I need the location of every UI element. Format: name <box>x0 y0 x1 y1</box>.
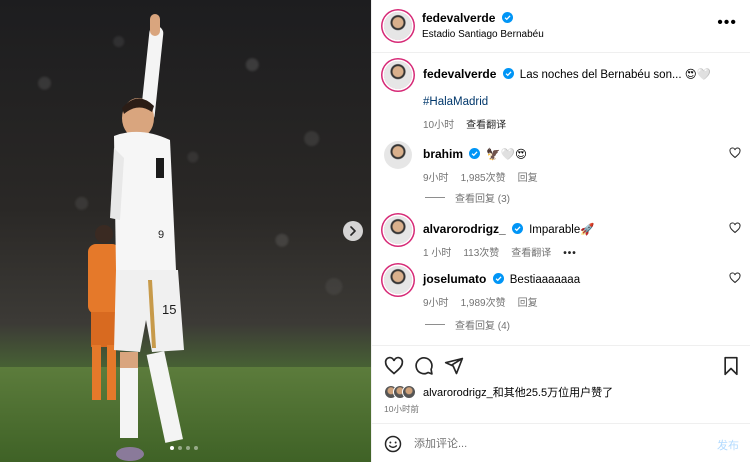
verified-icon <box>469 148 481 159</box>
view-replies-label: 查看回复 (4) <box>455 321 510 332</box>
avatar <box>402 385 416 399</box>
comment-likes[interactable]: 113次赞 <box>463 246 499 261</box>
more-icon[interactable]: ••• <box>717 15 737 31</box>
verified-icon <box>501 12 513 23</box>
chevron-right-icon <box>350 226 356 236</box>
comment-input[interactable] <box>414 433 694 455</box>
translate-button[interactable]: 查看翻译 <box>466 118 506 133</box>
view-replies-label: 查看回复 (3) <box>455 194 510 205</box>
heart-icon[interactable] <box>729 222 741 234</box>
heart-icon[interactable] <box>384 356 404 376</box>
comment-username[interactable]: alvarorodrigz_ <box>423 222 506 236</box>
comment-username[interactable]: joselumato <box>423 272 486 286</box>
bookmark-icon[interactable] <box>721 356 741 376</box>
avatar[interactable] <box>384 266 412 294</box>
comment-username[interactable]: brahim <box>423 147 463 161</box>
translate-button[interactable]: 查看翻译 <box>511 246 551 261</box>
avatar[interactable] <box>384 61 412 89</box>
post-header: fedevalverde Estadio Santiago Bernabéu •… <box>372 0 750 53</box>
avatar[interactable] <box>384 216 412 244</box>
header-location[interactable]: Estadio Santiago Bernabéu <box>422 29 544 40</box>
carousel-dot <box>170 446 174 450</box>
carousel-dots <box>170 446 198 450</box>
hashtag-link[interactable]: #HalaMadrid <box>423 96 488 108</box>
svg-text:15: 15 <box>162 302 176 317</box>
share-icon[interactable] <box>444 356 464 376</box>
avatar[interactable] <box>384 141 412 169</box>
view-replies-button[interactable]: 查看回复 (3) <box>425 190 510 205</box>
post-button[interactable]: 发布 <box>717 437 739 453</box>
caption-time[interactable]: 10小时 <box>423 118 454 133</box>
caption-text: Las noches del Bernabéu son... 😍🤍 <box>519 69 712 81</box>
avatar[interactable] <box>384 12 412 40</box>
carousel-dot <box>194 446 198 450</box>
verified-icon <box>511 223 523 234</box>
post-side-panel: fedevalverde Estadio Santiago Bernabéu •… <box>371 0 750 462</box>
post-photo[interactable]: 9 15 <box>0 0 371 462</box>
comment-time[interactable]: 9小时 <box>423 171 449 186</box>
reply-button[interactable]: 回复 <box>518 296 538 311</box>
carousel-dot <box>178 446 182 450</box>
comment-text: Bestiaaaaaaa <box>509 274 581 286</box>
post-timestamp[interactable]: 10小时前 <box>384 403 419 415</box>
comment-bar: 发布 <box>372 423 750 462</box>
verified-icon <box>502 68 514 79</box>
comment-likes[interactable]: 1,989次赞 <box>461 296 506 311</box>
post-actions: alvarorodrigz_和其他25.5万位用户赞了 10小时前 发布 <box>372 345 750 462</box>
comment-icon[interactable] <box>414 356 434 376</box>
main-player: 9 15 <box>100 8 210 462</box>
heart-icon[interactable] <box>729 147 741 159</box>
view-replies-button[interactable]: 查看回复 (4) <box>425 317 510 332</box>
comments-list: fedevalverde Las noches del Bernabéu son… <box>372 53 750 345</box>
emoji-icon[interactable] <box>384 435 402 453</box>
comment-time[interactable]: 9小时 <box>423 296 449 311</box>
liker-avatars <box>384 385 416 399</box>
carousel-next-button[interactable] <box>343 221 363 241</box>
comment-likes[interactable]: 1,985次赞 <box>461 171 506 186</box>
caption-username[interactable]: fedevalverde <box>423 67 496 81</box>
carousel-dot <box>186 446 190 450</box>
likes-summary-text: alvarorodrigz_和其他25.5万位用户赞了 <box>423 387 614 399</box>
heart-icon[interactable] <box>729 272 741 284</box>
reply-button[interactable]: 回复 <box>518 171 538 186</box>
comment-text: Imparable🚀 <box>529 224 595 236</box>
comment-time[interactable]: 1 小时 <box>423 246 451 261</box>
likes-summary[interactable]: alvarorodrigz_和其他25.5万位用户赞了 <box>384 384 613 400</box>
divider <box>425 324 445 325</box>
comment-text: 🦅🤍😍 <box>486 149 528 161</box>
divider <box>425 197 445 198</box>
header-username[interactable]: fedevalverde <box>422 11 495 25</box>
verified-icon <box>492 273 504 284</box>
svg-text:9: 9 <box>158 229 164 241</box>
more-icon[interactable]: ••• <box>563 246 577 261</box>
